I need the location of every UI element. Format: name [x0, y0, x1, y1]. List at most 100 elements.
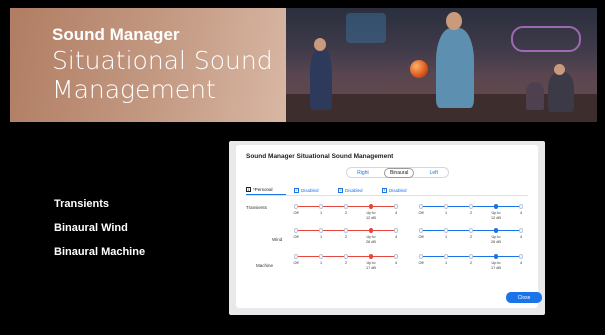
right-slider-transients[interactable]: Off 1 2 Up to 12 dB 4 — [417, 203, 525, 223]
slider-stop[interactable] — [343, 204, 348, 209]
slider-stop[interactable] — [493, 204, 498, 209]
slider-stop[interactable] — [293, 204, 298, 209]
ear-option-left[interactable]: Left — [425, 169, 443, 177]
slider-tick-label: 4 — [394, 261, 398, 265]
slider-tick-label: Off — [293, 261, 299, 265]
feature-item: Binaural Wind — [54, 222, 128, 234]
right-slider-wind[interactable]: Off 1 2 Up to 26 dB 4 — [417, 227, 525, 247]
tab-label: Disabled — [301, 187, 319, 193]
ear-option-binaural[interactable]: Binaural — [383, 167, 415, 178]
slider-stop[interactable] — [318, 254, 323, 259]
slider-tick-label: Up to 12 dB — [366, 211, 376, 220]
program-tabs: 1 *Personal 2 Disabled 3 Disabled 4 Disa… — [246, 185, 528, 195]
dialog-panel: Sound Manager Situational Sound Manageme… — [236, 145, 542, 308]
slider-tick-label: 2 — [469, 211, 473, 215]
slider-tick-label: Off — [293, 235, 299, 239]
slider-tick-label: 4 — [519, 235, 523, 239]
sound-manager-dialog: Sound Manager Situational Sound Manageme… — [229, 141, 545, 315]
banner-subtitle: Situational Sound Management — [52, 46, 273, 104]
slider-stop[interactable] — [393, 204, 398, 209]
slider-stop[interactable] — [443, 204, 448, 209]
slider-tick-label: Up to 17 dB — [491, 261, 501, 270]
slider-tick-label: Up to 12 dB — [491, 211, 501, 220]
dialog-title: Sound Manager Situational Sound Manageme… — [246, 153, 394, 160]
tab-divider — [246, 195, 528, 196]
program-number-icon: 3 — [338, 187, 343, 193]
slider-stop[interactable] — [468, 254, 473, 259]
slider-tick-label: Off — [418, 235, 424, 239]
right-slider-machine[interactable]: Off 1 2 Up to 17 dB 4 — [417, 253, 525, 273]
feature-list: Transients Binaural Wind Binaural Machin… — [54, 192, 145, 264]
slider-tick-label: 1 — [444, 235, 448, 239]
slider-tick-label: Off — [418, 211, 424, 215]
slider-tick-label: 1 — [444, 261, 448, 265]
tab-program-1[interactable]: 1 *Personal — [246, 185, 286, 195]
slider-stop[interactable] — [493, 254, 498, 259]
slider-stop[interactable] — [493, 228, 498, 233]
left-slider-wind[interactable]: Off 1 2 Up to 26 dB 4 — [292, 227, 400, 247]
slider-stop[interactable] — [393, 228, 398, 233]
header-banner: Sound Manager Situational Sound Manageme… — [10, 8, 597, 122]
slider-tick-label: 2 — [344, 235, 348, 239]
program-number-icon: 4 — [382, 187, 387, 193]
ear-selector[interactable]: Right Binaural Left — [346, 167, 449, 178]
slider-tick-label: 4 — [394, 211, 398, 215]
banner-title: Sound Manager — [52, 25, 180, 44]
slider-stop[interactable] — [318, 204, 323, 209]
slider-stop[interactable] — [343, 228, 348, 233]
slider-tick-label: Off — [293, 211, 299, 215]
feature-item: Binaural Machine — [54, 246, 146, 258]
slider-tick-label: 2 — [344, 261, 348, 265]
slider-stop[interactable] — [368, 254, 373, 259]
slider-stop[interactable] — [393, 254, 398, 259]
left-slider-machine[interactable]: Off 1 2 Up to 17 dB 4 — [292, 253, 400, 273]
slider-stop[interactable] — [443, 228, 448, 233]
tab-program-3[interactable]: 3 Disabled — [338, 185, 378, 195]
slider-stop[interactable] — [518, 254, 523, 259]
program-number-icon: 2 — [294, 187, 299, 193]
slider-tick-label: 1 — [319, 261, 323, 265]
row-label: Machine — [256, 263, 274, 268]
slider-stop[interactable] — [418, 228, 423, 233]
slider-tick-label: 1 — [319, 235, 323, 239]
program-number-icon: 1 — [246, 187, 251, 192]
slider-tick-label: 1 — [319, 211, 323, 215]
slider-stop[interactable] — [418, 204, 423, 209]
slider-stop[interactable] — [443, 254, 448, 259]
slider-tick-label: Off — [418, 261, 424, 265]
slider-tick-label: 4 — [519, 211, 523, 215]
slider-tick-label: 2 — [344, 211, 348, 215]
slider-tick-label: 2 — [469, 235, 473, 239]
slider-tick-label: Up to 26 dB — [491, 235, 501, 244]
slider-tick-label: 4 — [519, 261, 523, 265]
close-button[interactable]: Close — [506, 292, 542, 303]
ear-option-right[interactable]: Right — [352, 169, 374, 177]
feature-item: Transients — [54, 198, 110, 210]
slider-tick-label: 1 — [444, 211, 448, 215]
slider-stop[interactable] — [318, 228, 323, 233]
slider-stop[interactable] — [293, 254, 298, 259]
banner-title-panel: Sound Manager Situational Sound Manageme… — [10, 8, 286, 122]
slider-stop[interactable] — [368, 204, 373, 209]
slider-stop[interactable] — [518, 228, 523, 233]
tab-label: *Personal — [253, 187, 273, 192]
slider-stop[interactable] — [518, 204, 523, 209]
left-slider-transients[interactable]: Off 1 2 Up to 12 dB 4 — [292, 203, 400, 223]
slider-tick-label: Up to 17 dB — [366, 261, 376, 270]
slider-stop[interactable] — [343, 254, 348, 259]
row-label: Wind — [272, 237, 283, 242]
slider-stop[interactable] — [468, 204, 473, 209]
slider-stop[interactable] — [418, 254, 423, 259]
slider-stop[interactable] — [293, 228, 298, 233]
slider-tick-label: Up to 26 dB — [366, 235, 376, 244]
tab-label: Disabled — [389, 187, 407, 193]
slider-tick-label: 4 — [394, 235, 398, 239]
tab-program-2[interactable]: 2 Disabled — [294, 185, 334, 195]
slider-stop[interactable] — [368, 228, 373, 233]
row-label: Transients — [246, 205, 267, 210]
slider-tick-label: 2 — [469, 261, 473, 265]
bowling-photo — [286, 8, 597, 122]
tab-label: Disabled — [345, 187, 363, 193]
slider-stop[interactable] — [468, 228, 473, 233]
tab-program-4[interactable]: 4 Disabled — [382, 185, 422, 195]
